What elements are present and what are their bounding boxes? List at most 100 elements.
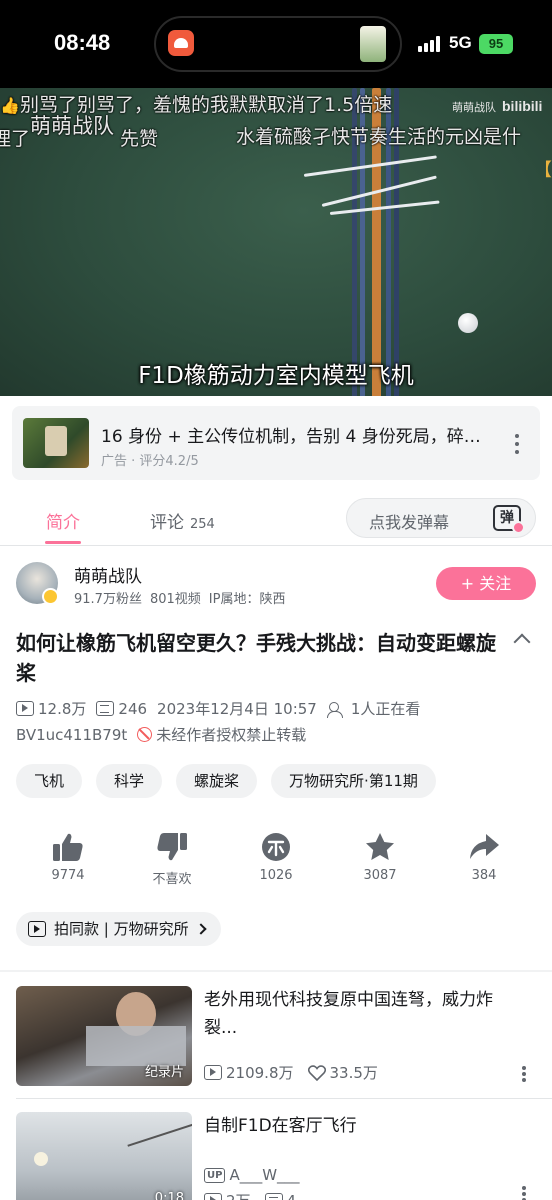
dislike-label: 不喜欢 — [152, 872, 192, 887]
network-type: 5G — [449, 33, 472, 52]
action-bar: 9774 不喜欢 1026 3087 384 — [0, 832, 552, 892]
star-icon — [366, 833, 394, 860]
recommended-video-uploader: UP A___W___ — [204, 1166, 300, 1184]
ad-card[interactable]: 16 身份 + 主公传位机制，告别 4 身份死局，碎… 广告 · 评分4.2/5 — [12, 406, 540, 480]
video-category-badge: 纪录片 — [144, 1065, 184, 1080]
recommended-video[interactable]: 0:18 自制F1D在客厅飞行 UPA___W___ 2万 4 — [0, 1112, 552, 1200]
coin-button[interactable]: 1026 — [236, 832, 316, 883]
status-bar: 08:48 5G 95 — [0, 0, 552, 88]
recommended-video-stats: 2万 4 — [204, 1190, 296, 1200]
dynamic-island[interactable] — [154, 16, 402, 72]
tag-chip[interactable]: 螺旋桨 — [176, 764, 258, 798]
more-options-icon[interactable] — [514, 434, 520, 456]
thumbs-down-icon — [157, 833, 187, 861]
watching-now: 1人正在看 — [350, 700, 421, 718]
up-badge-icon: UP — [204, 1167, 226, 1183]
danmaku-comment: 先赞 — [120, 128, 159, 150]
cellular-signal-icon — [418, 36, 442, 52]
battery-level: 95 — [488, 36, 504, 51]
share-button[interactable]: 384 — [444, 832, 524, 883]
recommended-video-thumbnail: 纪录片 — [16, 986, 192, 1086]
tag-chip[interactable]: 科学 — [96, 764, 163, 798]
ad-title: 16 身份 + 主公传位机制，告别 4 身份死局，碎… — [101, 427, 481, 447]
watermark-brand: bilibili — [502, 98, 543, 114]
video-player[interactable]: 👍别骂了别骂了，羞愧的我默默取消了1.5倍速 萌萌战队 理了 先赞 水着硫酸孑快… — [0, 88, 552, 396]
media-thumbnail-icon — [360, 26, 386, 62]
tag-chip[interactable]: 飞机 — [16, 764, 83, 798]
publish-date: 2023年12月4日 10:57 — [157, 700, 317, 718]
video-watermark: 萌萌战队 bilibili — [452, 98, 542, 115]
thumbnail-plane — [127, 1123, 192, 1147]
recommended-video-thumbnail: 0:18 — [16, 1112, 192, 1200]
heart-icon — [307, 1064, 326, 1081]
recommended-view-count: 2万 — [226, 1190, 251, 1200]
collapse-chevron-icon[interactable] — [513, 633, 531, 651]
video-duration: 0:18 — [154, 1191, 184, 1200]
section-divider — [0, 970, 552, 972]
uploader-ip: IP属地：陕西 — [208, 592, 286, 607]
video-scene-ball — [458, 313, 478, 333]
like-count: 9774 — [51, 868, 85, 883]
follow-button[interactable]: + 关注 — [436, 567, 536, 600]
copyright-notice: 未经作者授权禁止转载 — [156, 726, 307, 744]
thumbnail-lamp — [34, 1152, 48, 1166]
play-count-icon — [16, 701, 34, 716]
danmaku-count-icon — [96, 701, 115, 716]
danmaku-input-placeholder: 点我发弹幕 — [369, 513, 450, 532]
recommended-video-title: 老外用现代科技复原中国连弩，威力炸裂... — [204, 990, 493, 1038]
more-options-icon[interactable] — [521, 1186, 527, 1200]
danmaku-comment: 水着硫酸孑快节奏生活的元凶是什 — [236, 126, 522, 148]
favorite-button[interactable]: 3087 — [340, 832, 420, 883]
verified-badge-icon — [42, 588, 59, 605]
thumbs-up-icon — [53, 833, 83, 861]
uploader-meta: 91.7万粉丝 801视频 IP属地：陕西 — [74, 588, 293, 607]
collection-label: 拍同款 | 万物研究所 — [54, 920, 189, 938]
danmaku-toggle-button[interactable]: 弹 — [493, 505, 525, 534]
uploader-videos: 801视频 — [149, 592, 201, 607]
ad-thumbnail — [23, 418, 89, 468]
recommended-like-count: 33.5万 — [329, 1064, 378, 1082]
video-bvid: BV1uc411B79t — [16, 725, 128, 744]
danmaku-toggle-label: 弹 — [500, 510, 514, 526]
recommended-danmaku-count: 4 — [287, 1192, 297, 1200]
watermark-channel: 萌萌战队 — [452, 101, 496, 114]
dislike-button[interactable]: 不喜欢 — [132, 832, 212, 887]
detail-tabs: 简介 评论 254 点我发弹幕 弹 — [0, 492, 552, 546]
chevron-right-icon — [194, 923, 207, 935]
tag-list: 飞机 科学 螺旋桨 万物研究所·第11期 — [16, 764, 450, 798]
collection-entry[interactable]: 拍同款 | 万物研究所 — [16, 912, 221, 946]
play-count-icon — [204, 1065, 222, 1080]
danmaku-input[interactable]: 点我发弹幕 弹 — [346, 498, 536, 538]
model-plane-wing — [303, 155, 437, 177]
danmaku-count-icon — [264, 1193, 283, 1200]
tab-comments-label: 评论 — [150, 513, 184, 533]
recommended-video-stats: 2109.8万 33.5万 — [204, 1062, 378, 1083]
favorite-count: 3087 — [363, 868, 397, 883]
video-id-row: BV1uc411B79t 未经作者授权禁止转载 — [16, 724, 306, 745]
view-count: 12.8万 — [38, 700, 87, 718]
tab-intro[interactable]: 简介 — [46, 508, 80, 533]
recommended-video[interactable]: 纪录片 老外用现代科技复原中国连弩，威力炸裂... 2109.8万 33.5万 — [0, 986, 552, 1096]
recommended-uploader-name: A___W___ — [229, 1166, 300, 1184]
tag-chip[interactable]: 万物研究所·第11期 — [271, 764, 436, 798]
battery-icon: 95 — [479, 34, 513, 54]
play-count-icon — [204, 1193, 222, 1200]
video-series-icon — [28, 921, 46, 937]
app-icon — [168, 30, 194, 56]
status-time: 08:48 — [54, 30, 111, 55]
model-plane-tail — [329, 200, 440, 215]
tab-comments[interactable]: 评论 254 — [150, 508, 215, 533]
more-options-icon[interactable] — [521, 1066, 527, 1088]
like-button[interactable]: 9774 — [28, 832, 108, 883]
ad-subtitle: 广告 · 评分4.2/5 — [101, 454, 199, 469]
video-stats: 12.8万 246 2023年12月4日 10:57 1人正在看 — [16, 698, 430, 719]
forbidden-icon — [137, 727, 153, 742]
danmaku-comment: 【 — [534, 160, 552, 181]
share-icon — [470, 834, 499, 859]
share-count: 384 — [471, 868, 497, 883]
uploader-fans: 91.7万粉丝 — [74, 592, 142, 607]
uploader-name[interactable]: 萌萌战队 — [74, 562, 142, 587]
coin-count: 1026 — [259, 868, 293, 883]
video-subtitle: F1D橡筋动力室内模型飞机 — [138, 363, 414, 389]
thumbs-up-icon: 👍 — [0, 96, 20, 115]
